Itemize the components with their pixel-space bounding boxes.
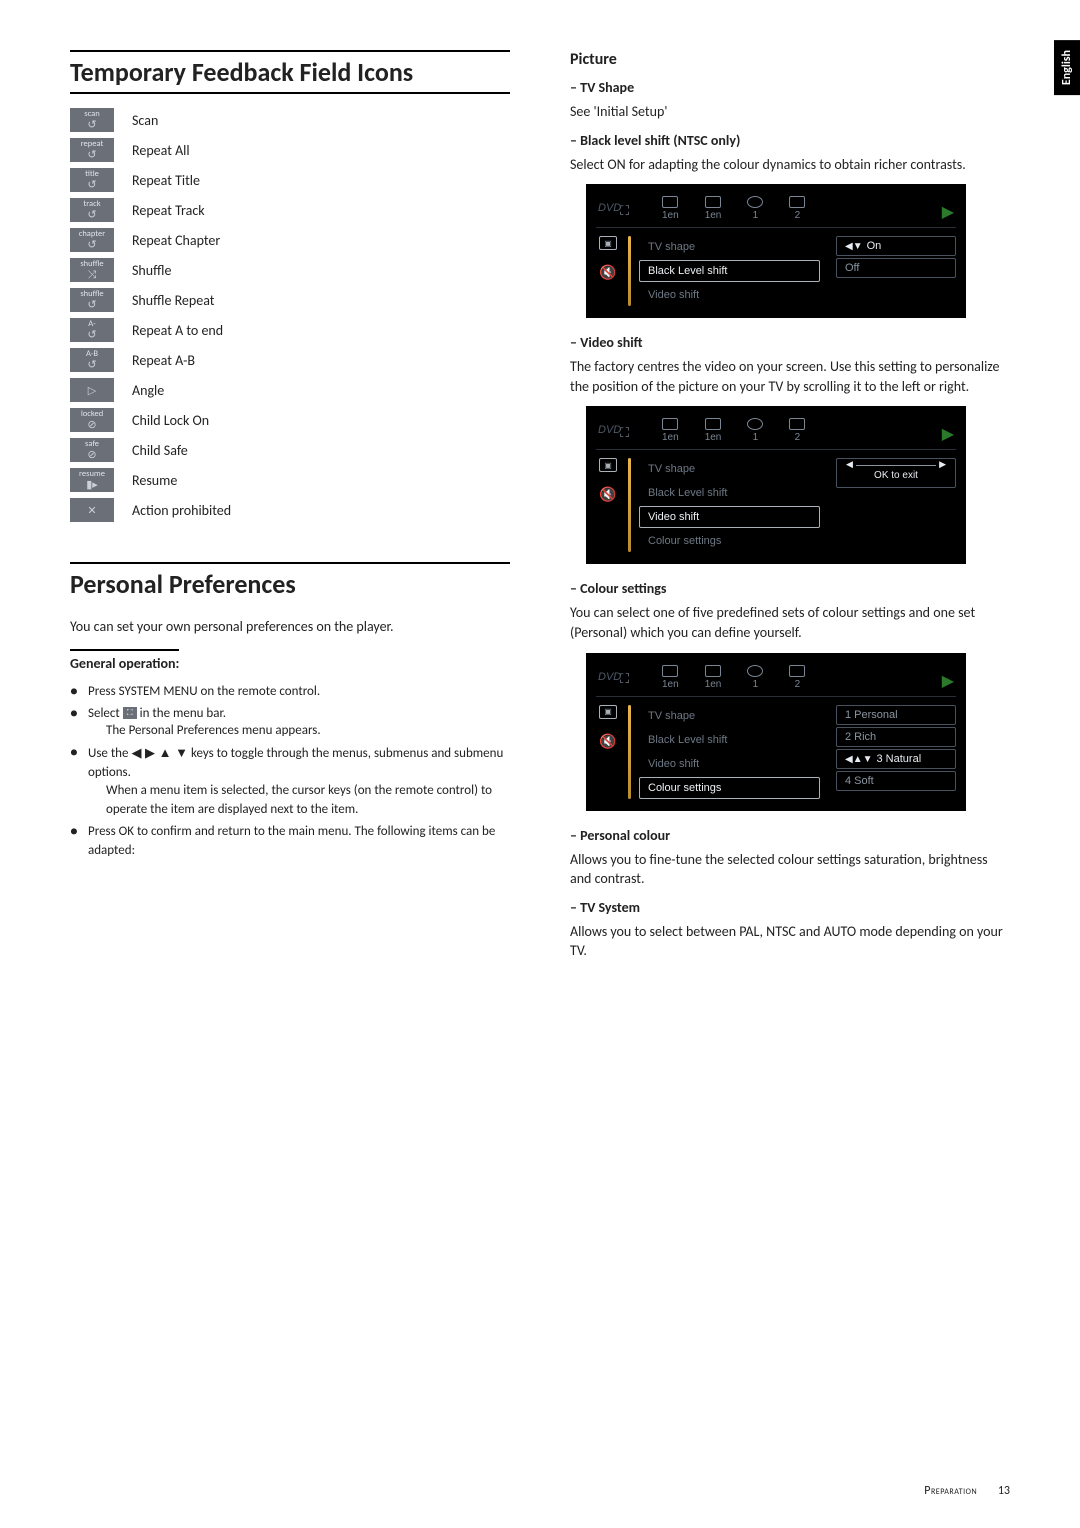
sub-text: When a menu item is selected, the cursor… xyxy=(88,781,510,820)
feedback-icon: locked⊘ xyxy=(70,408,114,432)
feedback-icon-row: A-↺ Repeat A to end xyxy=(70,318,510,342)
feedback-icon-row: ▷ Angle xyxy=(70,378,510,402)
feedback-icon-label: Resume xyxy=(132,472,177,489)
left-column: Temporary Feedback Field Icons scan↺ Scan… xyxy=(70,50,510,971)
tv-system-heading: – TV System xyxy=(570,899,1010,916)
picture-heading: Picture xyxy=(570,50,1010,69)
feedback-icon-label: Scan xyxy=(132,112,158,129)
text: in the menu bar. xyxy=(140,706,226,721)
footer-section: Preparation xyxy=(924,1484,977,1498)
footer-page-number: 13 xyxy=(998,1484,1010,1498)
black-level-heading: – Black level shift (NTSC only) xyxy=(570,132,1010,149)
feedback-icon-row: scan↺ Scan xyxy=(70,108,510,132)
personal-colour-body: Allows you to fine-tune the selected col… xyxy=(570,850,1010,889)
tv-system-body: Allows you to select between PAL, NTSC a… xyxy=(570,922,1010,961)
feedback-icon: chapter↺ xyxy=(70,228,114,252)
bullet-use-keys: Use the ◀ ▶ ▲ ▼ keys to toggle through t… xyxy=(70,743,510,820)
black-level-body: Select ON for adapting the colour dynami… xyxy=(570,155,1010,175)
sound-tab-icon: 🔇 xyxy=(599,264,616,281)
bullet-press-ok: Press OK to confirm and return to the ma… xyxy=(70,822,510,861)
feedback-icon-label: Shuffle Repeat xyxy=(132,292,215,309)
feedback-icon-label: Child Safe xyxy=(132,442,188,459)
video-shift-body: The factory centres the video on your sc… xyxy=(570,357,1010,396)
video-shift-heading: – Video shift xyxy=(570,334,1010,351)
feedback-icon-label: Angle xyxy=(132,382,164,399)
feedback-icon: safe⊘ xyxy=(70,438,114,462)
page-footer: Preparation 13 xyxy=(924,1484,1010,1498)
feedback-icon-label: Shuffle xyxy=(132,262,171,279)
feedback-icon: resume▮▸ xyxy=(70,468,114,492)
feedback-icon: A-↺ xyxy=(70,318,114,342)
feedback-icon: title↺ xyxy=(70,168,114,192)
picture-tab-icon: ▣ xyxy=(599,236,617,250)
tv-shape-body: See 'Initial Setup' xyxy=(570,102,1010,122)
picture-tab-icon: ▣ xyxy=(599,458,617,472)
feedback-icon-list: scan↺ Scan repeat↺ Repeat All title↺ Repeat T… xyxy=(70,108,510,522)
feedback-icon-label: Repeat All xyxy=(132,142,190,159)
pp-intro-text: You can set your own personal preference… xyxy=(70,618,510,635)
colour-settings-heading: – Colour settings xyxy=(570,580,1010,597)
feedback-icon-row: chapter↺ Repeat Chapter xyxy=(70,228,510,252)
general-operation-list: Press SYSTEM MENU on the remote control.… xyxy=(70,682,510,861)
sound-tab-icon: 🔇 xyxy=(599,733,616,750)
personal-preferences-title: Personal Preferences xyxy=(70,562,510,604)
right-column: Picture – TV Shape See 'Initial Setup' –… xyxy=(570,50,1010,971)
feedback-icon: ✕ xyxy=(70,498,114,522)
osd-screenshot-colour: DVD ⛶ 1en 1en 1 2 ▶ ▣ 🔇 TV shapeBlack Le… xyxy=(586,653,966,811)
sub-text: The Personal Preferences menu appears. xyxy=(88,721,510,741)
feedback-icon-row: shuffle⤨ Shuffle xyxy=(70,258,510,282)
feedback-icon: shuffle↺ xyxy=(70,288,114,312)
sound-tab-icon: 🔇 xyxy=(599,486,616,503)
feedback-icon: track↺ xyxy=(70,198,114,222)
feedback-icon-row: A-B↺ Repeat A-B xyxy=(70,348,510,372)
feedback-icon: ▷ xyxy=(70,378,114,402)
feedback-icon-label: Action prohibited xyxy=(132,502,231,519)
feedback-icon: A-B↺ xyxy=(70,348,114,372)
personal-colour-heading: – Personal colour xyxy=(570,827,1010,844)
bullet-system-menu: Press SYSTEM MENU on the remote control. xyxy=(70,682,510,702)
language-tab: English xyxy=(1054,40,1080,95)
bullet-select-menu: Select ⛶ in the menu bar. The Personal P… xyxy=(70,704,510,741)
colour-settings-body: You can select one of five predefined se… xyxy=(570,603,1010,642)
feedback-icon: scan↺ xyxy=(70,108,114,132)
feedback-icon: repeat↺ xyxy=(70,138,114,162)
text: Use the xyxy=(88,746,131,761)
menu-glyph-icon: ⛶ xyxy=(123,707,137,719)
general-operation-heading: General operation: xyxy=(70,649,179,672)
feedback-icon-label: Repeat A to end xyxy=(132,322,223,339)
feedback-icon: shuffle⤨ xyxy=(70,258,114,282)
feedback-icon-row: ✕ Action prohibited xyxy=(70,498,510,522)
feedback-icon-row: track↺ Repeat Track xyxy=(70,198,510,222)
feedback-icon-label: Repeat A-B xyxy=(132,352,195,369)
feedback-icon-label: Repeat Track xyxy=(132,202,205,219)
text: Select xyxy=(88,706,123,721)
feedback-icons-title: Temporary Feedback Field Icons xyxy=(70,50,510,94)
feedback-icon-label: Repeat Title xyxy=(132,172,200,189)
picture-tab-icon: ▣ xyxy=(599,705,617,719)
feedback-icon-label: Repeat Chapter xyxy=(132,232,220,249)
feedback-icon-row: locked⊘ Child Lock On xyxy=(70,408,510,432)
feedback-icon-row: resume▮▸ Resume xyxy=(70,468,510,492)
feedback-icon-row: safe⊘ Child Safe xyxy=(70,438,510,462)
feedback-icon-row: title↺ Repeat Title xyxy=(70,168,510,192)
feedback-icon-label: Child Lock On xyxy=(132,412,209,429)
osd-screenshot-videoshift: DVD ⛶ 1en 1en 1 2 ▶ ▣ 🔇 TV shapeBlack Le… xyxy=(586,406,966,564)
feedback-icon-row: shuffle↺ Shuffle Repeat xyxy=(70,288,510,312)
tv-shape-heading: – TV Shape xyxy=(570,79,1010,96)
feedback-icon-row: repeat↺ Repeat All xyxy=(70,138,510,162)
cursor-arrows-icon: ◀ ▶ ▲ ▼ xyxy=(131,745,188,760)
osd-screenshot-blacklevel: DVD ⛶ 1en 1en 1 2 ▶ ▣ 🔇 TV shapeBlack Le… xyxy=(586,184,966,318)
